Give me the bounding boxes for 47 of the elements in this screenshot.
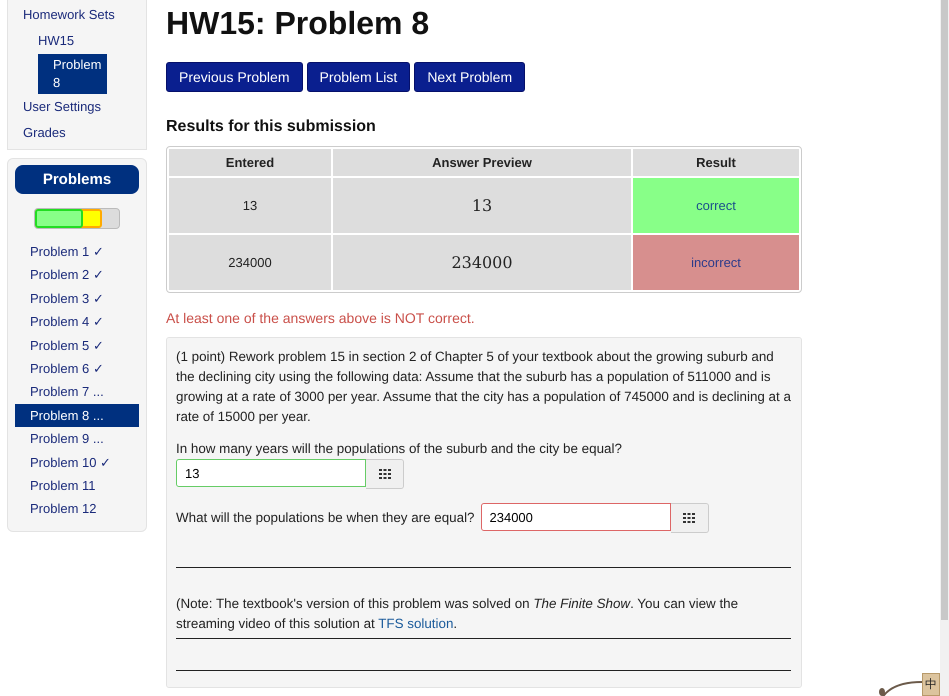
problem-link[interactable]: Problem 1 ✓: [15, 240, 139, 264]
nav-button[interactable]: Next Problem: [414, 62, 526, 92]
problem-text: (1 point) Rework problem 15 in section 2 of Chapter 5 of your textbook about the growing suburb and the declining city using the following data: Assume that the suburb has a population of 511000 and is growing at a rate of 3000 per year. Assume that the city has a population of 745000 and is declining at a rate of 15000 per year.: [176, 348, 791, 426]
solution-link[interactable]: TFS solution: [378, 616, 454, 631]
result-cell: incorrect: [633, 235, 799, 290]
sidebar-link[interactable]: Problem 8: [38, 54, 107, 94]
ime-indicator[interactable]: 中: [922, 673, 940, 696]
problem-link[interactable]: Problem 3 ✓: [15, 286, 139, 310]
answer-field[interactable]: 13: [176, 459, 366, 487]
keypad-button[interactable]: [670, 503, 709, 533]
problem-link[interactable]: Problem 4 ✓: [15, 310, 139, 334]
problem-link[interactable]: Problem 7 ...: [15, 380, 139, 404]
problem-link[interactable]: Problem 2 ✓: [15, 263, 139, 287]
question-text: In how many years will the populations of the suburb and the city be equal?: [176, 441, 622, 456]
keypad-button[interactable]: [366, 459, 404, 489]
column-header: Answer Preview: [333, 149, 631, 176]
problem-link[interactable]: Problem 12: [15, 497, 139, 521]
nav-button[interactable]: Previous Problem: [166, 62, 302, 92]
table-cell: 13: [169, 178, 331, 233]
grid-icon: [683, 513, 696, 523]
results-heading: Results for this submission: [166, 118, 377, 136]
sidebar-link[interactable]: Homework Sets: [23, 2, 146, 28]
page-title: HW15: Problem 8: [166, 4, 430, 43]
error-message: At least one of the answers above is NOT correct.: [166, 310, 476, 326]
problems-heading: Problems: [15, 165, 139, 194]
table-cell: 234000: [169, 235, 331, 290]
sidebar-link[interactable]: Grades: [23, 120, 146, 146]
problem-link[interactable]: Problem 6 ✓: [15, 357, 139, 380]
column-header: Entered: [169, 149, 331, 176]
sidebar-link[interactable]: HW15: [23, 28, 146, 54]
note-text: (Note: The textbook's version of this problem was solved on The Finite Show. You can view the streaming video of this solution at TFS solution.: [176, 595, 740, 633]
scrollbar[interactable]: [940, 0, 949, 696]
sidebar-link[interactable]: User Settings: [23, 94, 146, 120]
question-text: What will the populations be when they are equal?: [176, 509, 475, 527]
problem-link[interactable]: Problem 8 ...: [15, 404, 139, 428]
table-cell: 234000: [333, 235, 631, 290]
problem-link[interactable]: Problem 5 ✓: [15, 334, 139, 358]
problem-link[interactable]: Problem 9 ...: [15, 427, 139, 451]
ime-toolbar[interactable]: 中: [876, 673, 940, 696]
nav-button[interactable]: Problem List: [306, 62, 410, 92]
grid-icon: [378, 469, 390, 479]
table-cell: 13: [333, 178, 631, 233]
result-cell: correct: [633, 178, 799, 233]
problem-link[interactable]: Problem 11: [15, 474, 139, 498]
answer-field[interactable]: 234000: [480, 503, 671, 531]
problem-link[interactable]: Problem 10 ✓: [15, 450, 139, 474]
column-header: Result: [633, 149, 799, 176]
